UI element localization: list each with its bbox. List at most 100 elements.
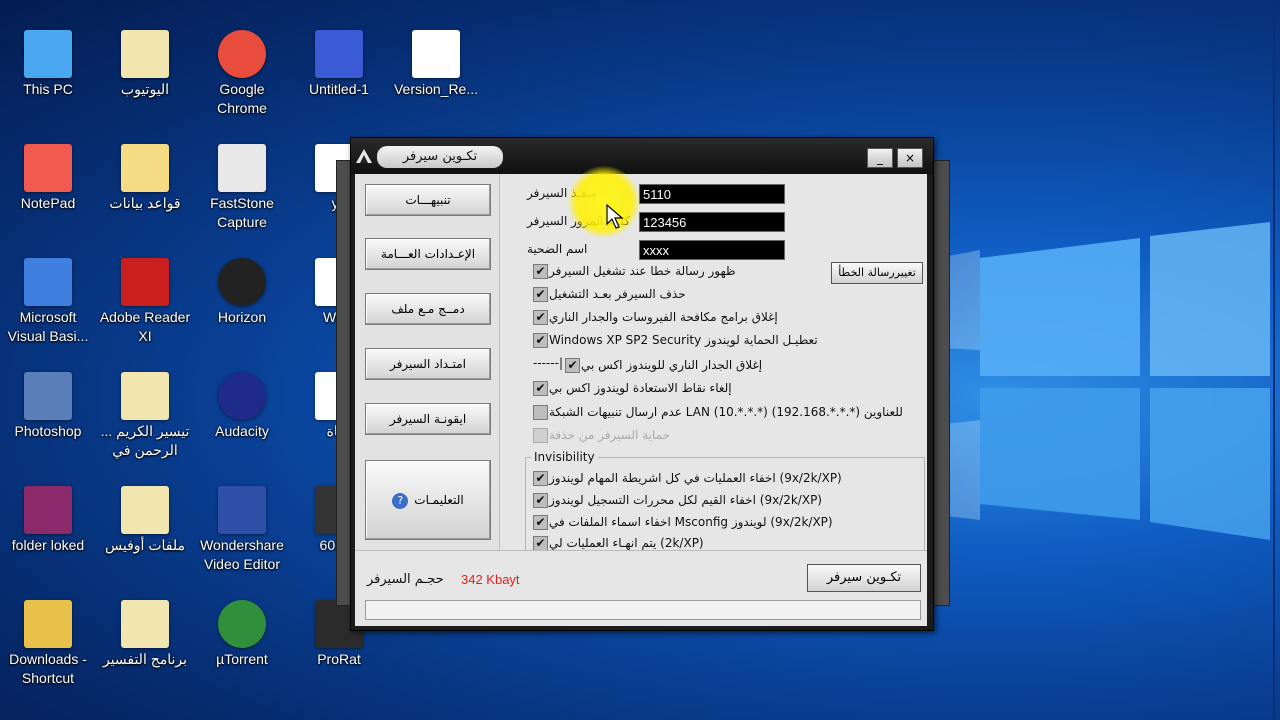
separator	[355, 550, 927, 551]
option-label: عدم ارسال تنبيهات الشبكة LAN للعناوين (*…	[549, 405, 903, 419]
desktop-icon-label: Audacity	[215, 423, 269, 439]
mouse-pointer-icon	[606, 204, 624, 229]
desktop-icon[interactable]: Untitled-1	[291, 30, 387, 99]
build-progress-bar	[365, 600, 921, 620]
title-bar[interactable]: تكـوين سيرفر _ ×	[351, 138, 933, 174]
pdf-document-icon	[121, 372, 169, 420]
desktop-icon-label: Version_Re...	[393, 81, 479, 97]
folder-icon	[121, 144, 169, 192]
dialog-client-area: تنبيهـــات الإعـدادات العـــامة دمــج مـ…	[355, 174, 927, 626]
option-label-disabled: حماية السيرفر من حذفة	[549, 428, 670, 442]
document-icon	[121, 30, 169, 78]
chrome-icon	[218, 30, 266, 78]
desktop-icon-label: NotePad	[20, 195, 76, 211]
pdf-icon	[121, 258, 169, 306]
invisibility-label: اخفاء اسماء الملفات في Msconfig لويندوز …	[549, 515, 833, 529]
build-server-button[interactable]: تكـوين سيرفر	[807, 564, 921, 592]
desktop-icon-label: قواعد بيانات	[109, 195, 181, 211]
help-question-icon: ?	[392, 492, 409, 509]
option-label: حذف السيرفر بعـد التشغيل	[549, 287, 686, 301]
desktop-icon[interactable]: Google Chrome	[194, 30, 290, 118]
faststone-icon	[218, 144, 266, 192]
desktop-icon[interactable]: NotePad	[0, 144, 96, 213]
desktop-icon-label: برنامج التفسير	[102, 651, 188, 667]
desktop-icon[interactable]: Horizon	[194, 258, 290, 327]
desktop-icon-label: اليوتيوب	[120, 81, 170, 97]
desktop-icon[interactable]: Version_Re...	[388, 30, 484, 99]
invisibility-checkbox[interactable]: ✔	[533, 536, 548, 551]
document-icon	[121, 486, 169, 534]
photoshop-icon	[24, 372, 72, 420]
option-checkbox[interactable]: ✔	[565, 358, 580, 373]
password-input[interactable]: 123456	[639, 212, 785, 232]
invisibility-checkbox[interactable]: ✔	[533, 493, 548, 508]
option-checkbox[interactable]: ✔	[533, 333, 548, 348]
general-settings-button[interactable]: الإعـدادات العـــامة	[365, 238, 491, 270]
help-button[interactable]: ? التعليمـات	[365, 460, 491, 540]
desktop-icon-label: Horizon	[217, 309, 267, 325]
desktop-icon[interactable]: µTorrent	[194, 600, 290, 669]
desktop-icon[interactable]: ملفات أوفيس	[97, 486, 193, 555]
wondershare-icon	[218, 486, 266, 534]
prorat-logo-icon	[356, 149, 372, 163]
desktop-icon[interactable]: Adobe Reader XI	[97, 258, 193, 346]
option-label: إغلاق الجدار الناري للويندوز اكس بي	[581, 358, 763, 372]
port-input[interactable]: 5110	[639, 184, 785, 204]
minimize-button[interactable]: _	[867, 148, 893, 168]
option-checkbox[interactable]: ✔	[533, 381, 548, 396]
audacity-icon	[218, 372, 266, 420]
server-builder-dialog: تكـوين سيرفر _ × تنبيهـــات الإعـدادات ا…	[350, 137, 934, 631]
visual-basic-icon	[24, 258, 72, 306]
server-extension-button[interactable]: امتـداد السيرفر	[365, 348, 491, 380]
victim-name-input[interactable]: xxxx	[639, 240, 785, 260]
option-checkbox[interactable]: ✔	[533, 310, 548, 325]
desktop-icon-label: Photoshop	[14, 423, 82, 439]
desktop-icon[interactable]: Wondershare Video Editor	[194, 486, 290, 574]
desktop-icon[interactable]: Photoshop	[0, 372, 96, 441]
option-checkbox[interactable]: ✔	[533, 264, 548, 279]
utorrent-icon	[218, 600, 266, 648]
desktop-icon-label: folder loked	[11, 537, 85, 553]
desktop-icon-label: µTorrent	[216, 651, 268, 667]
invisibility-checkbox[interactable]: ✔	[533, 515, 548, 530]
desktop-icon[interactable]: اليوتيوب	[97, 30, 193, 99]
notifications-button[interactable]: تنبيهـــات	[365, 184, 491, 216]
option-label: Windows XP SP2 Security تعطيـل الحماية ل…	[549, 333, 818, 347]
desktop-icon[interactable]: برنامج التفسير	[97, 600, 193, 669]
desktop-icon-label: تيسير الكريم ... الرحمن في	[100, 423, 190, 458]
desktop-icon[interactable]: folder loked	[0, 486, 96, 555]
option-label: إلغاء نقاط الاستعادة لويندوز اكس بي	[549, 381, 732, 395]
desktop-icon[interactable]: Downloads - Shortcut	[0, 600, 96, 688]
desktop-icon[interactable]: This PC	[0, 30, 96, 99]
winrar-icon	[24, 486, 72, 534]
left-nav-pane: تنبيهـــات الإعـدادات العـــامة دمــج مـ…	[355, 174, 500, 550]
desktop-icon-label: Microsoft Visual Basi...	[7, 309, 89, 344]
desktop-icon[interactable]: FastStone Capture	[194, 144, 290, 232]
server-icon-button[interactable]: ايقونـة السيرفر	[365, 403, 491, 435]
desktop-icon[interactable]: تيسير الكريم ... الرحمن في	[97, 372, 193, 460]
option-suffix: ------|	[533, 356, 564, 370]
desktop-icon[interactable]: Audacity	[194, 372, 290, 441]
monitor-icon	[24, 30, 72, 78]
invisibility-checkbox[interactable]: ✔	[533, 471, 548, 486]
help-button-label: التعليمـات	[414, 493, 464, 507]
desktop-icon[interactable]: Microsoft Visual Basi...	[0, 258, 96, 346]
close-button[interactable]: ×	[897, 148, 923, 168]
image-icon	[315, 30, 363, 78]
change-error-message-button[interactable]: تغييررسالة الخطأ	[831, 262, 923, 284]
window-title: تكـوين سيرفر	[377, 146, 503, 168]
option-checkbox-disabled	[533, 428, 548, 443]
desktop-icon[interactable]: قواعد بيانات	[97, 144, 193, 213]
text-file-icon	[412, 30, 460, 78]
bind-file-button[interactable]: دمــج مـع ملف	[365, 293, 491, 325]
desktop-icon-label: FastStone Capture	[210, 195, 274, 230]
notepad-icon	[24, 144, 72, 192]
option-checkbox[interactable]	[533, 405, 548, 420]
horizon-icon	[218, 258, 266, 306]
option-checkbox[interactable]: ✔	[533, 287, 548, 302]
desktop-icon-label: ملفات أوفيس	[105, 537, 185, 553]
victim-name-label: اسم الضحية	[527, 242, 588, 256]
desktop-icon-label: ProRat	[317, 651, 361, 667]
desktop-icon-label: This PC	[23, 81, 73, 97]
desktop-icon-label: Untitled-1	[309, 81, 369, 97]
